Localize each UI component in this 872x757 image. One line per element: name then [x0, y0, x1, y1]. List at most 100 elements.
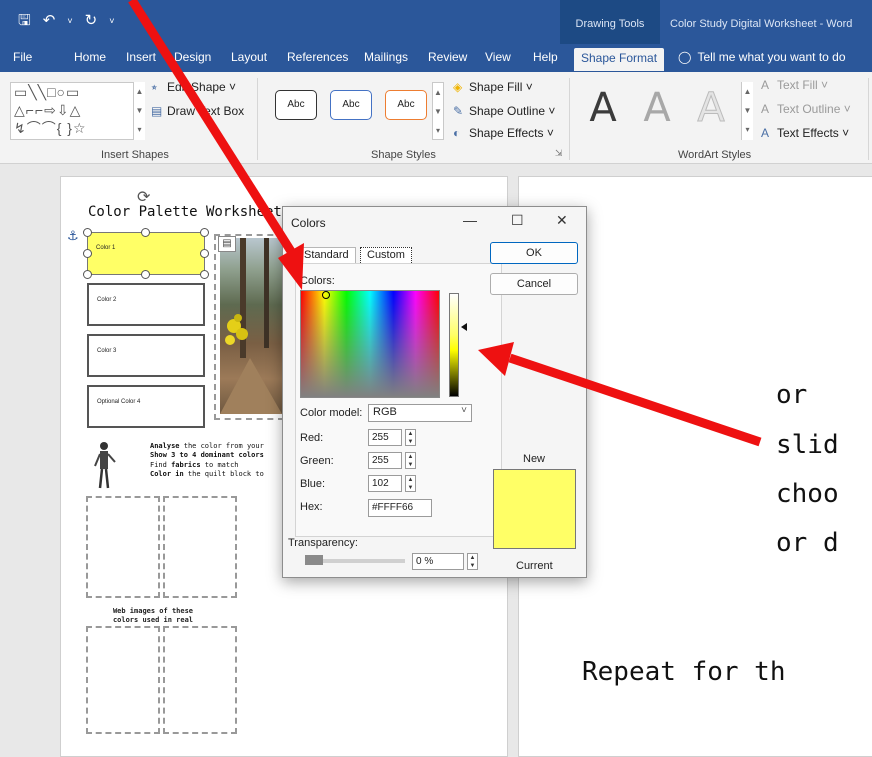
undo-icon[interactable]: ↶ — [43, 12, 56, 30]
ribbon-tab-bar: File Home Insert Design Layout Reference… — [0, 44, 872, 72]
maximize-icon[interactable]: ☐ — [511, 212, 524, 229]
shape-style-1[interactable]: Abc — [275, 90, 317, 120]
resize-handle[interactable] — [141, 228, 150, 237]
close-icon[interactable]: ✕ — [556, 212, 568, 229]
reference-photo[interactable] — [220, 238, 282, 414]
tab-file[interactable]: File — [13, 50, 32, 64]
fabric-box-1[interactable] — [86, 496, 160, 598]
transparency-input[interactable]: 0 % — [412, 553, 464, 570]
lightbulb-icon: ◯ — [678, 50, 692, 64]
ok-button[interactable]: OK — [490, 242, 578, 264]
redo-icon[interactable]: ↻ — [85, 12, 98, 30]
current-label: Current — [516, 560, 553, 572]
tab-references[interactable]: References — [287, 50, 348, 64]
wordart-style-2[interactable]: A — [632, 84, 682, 132]
blue-spinner[interactable]: ▲ ▼ — [405, 475, 416, 492]
shape-effects-button[interactable]: ◐ Shape Effects ˅ — [453, 126, 554, 140]
slider-arrow-icon[interactable] — [461, 323, 467, 331]
pen-icon: ✎ — [453, 104, 464, 118]
text-fill-button[interactable]: A Text Fill ˅ — [761, 78, 828, 92]
tab-shape-format[interactable]: Shape Format — [574, 48, 665, 71]
color-box-2[interactable]: Color 2 — [87, 283, 205, 326]
quick-access-toolbar: 🖫 ↶ ˅ ↻ ˅ — [18, 12, 114, 30]
color-box-1[interactable]: Color 1 — [87, 232, 205, 275]
shapes-gallery[interactable]: ▭╲╲□○▭ △⌐⌐⇨⇩△ ↯⌒⌒{ }☆ — [10, 82, 144, 140]
red-input[interactable]: 255 — [368, 429, 402, 446]
tab-home[interactable]: Home — [74, 50, 106, 64]
hex-input[interactable]: #FFFF66 — [368, 499, 432, 517]
resize-handle[interactable] — [200, 270, 209, 279]
tab-design[interactable]: Design — [174, 50, 211, 64]
web-image-box-2[interactable] — [163, 626, 237, 734]
dialog-launcher-icon[interactable]: ⇲ — [555, 148, 563, 159]
red-spinner[interactable]: ▲ ▼ — [405, 429, 416, 446]
shapes-gallery-scroll[interactable]: ▲ ▼ ▾ — [133, 82, 145, 140]
group-label-insert-shapes: Insert Shapes — [101, 149, 169, 161]
text-box-icon: ▤ — [151, 104, 163, 118]
worksheet-title: Color Palette Worksheet — [88, 204, 282, 220]
web-image-box-1[interactable] — [86, 626, 160, 734]
save-icon[interactable]: 🖫 — [18, 12, 31, 30]
resize-handle[interactable] — [83, 249, 92, 258]
color-box-3[interactable]: Color 3 — [87, 334, 205, 377]
chevron-down-icon[interactable]: ˅ — [67, 12, 72, 30]
shape-outline-button[interactable]: ✎ Shape Outline ˅ — [453, 104, 555, 118]
tab-mailings[interactable]: Mailings — [364, 50, 408, 64]
resize-handle[interactable] — [200, 249, 209, 258]
wordart-style-3[interactable]: A — [686, 84, 736, 132]
draw-text-box-button[interactable]: ▤ Draw Text Box — [151, 104, 244, 118]
hex-label: Hex: — [300, 501, 323, 513]
customize-qat-icon[interactable]: ˅ — [109, 12, 114, 30]
edit-shape-icon: ⭒ — [151, 80, 158, 94]
green-spinner[interactable]: ▲ ▼ — [405, 452, 416, 469]
tab-help[interactable]: Help — [533, 50, 558, 64]
color-spectrum[interactable] — [300, 290, 440, 398]
colors-label: Colors: — [300, 275, 335, 287]
wordart-style-1[interactable]: A — [578, 84, 628, 132]
text-outline-button[interactable]: A Text Outline ˅ — [761, 102, 851, 116]
tab-insert[interactable]: Insert — [126, 50, 156, 64]
shape-style-2[interactable]: Abc — [330, 90, 372, 120]
title-bar: 🖫 ↶ ˅ ↻ ˅ Drawing Tools Color Study Digi… — [0, 0, 872, 44]
dialog-title: Colors — [291, 216, 326, 230]
tab-view[interactable]: View — [485, 50, 511, 64]
group-separator — [569, 78, 570, 160]
new-color-swatch — [493, 469, 576, 549]
paint-bucket-icon: ◈ — [453, 80, 463, 94]
new-label: New — [523, 453, 546, 465]
cancel-button[interactable]: Cancel — [490, 273, 578, 295]
group-separator — [868, 78, 869, 160]
photo-illustration — [220, 238, 282, 414]
group-label-shape-styles: Shape Styles — [371, 149, 436, 161]
resize-handle[interactable] — [141, 270, 150, 279]
resize-handle[interactable] — [83, 228, 92, 237]
shape-style-3[interactable]: Abc — [385, 90, 427, 120]
text-effects-button[interactable]: A Text Effects ˅ — [761, 126, 849, 140]
transparency-thumb[interactable] — [305, 555, 323, 565]
shape-fill-button[interactable]: ◈ Shape Fill ˅ — [453, 80, 533, 94]
right-text-line-2: slid — [776, 430, 839, 460]
transparency-spinner[interactable]: ▲ ▼ — [467, 553, 478, 570]
resize-handle[interactable] — [83, 270, 92, 279]
color-box-4[interactable]: Optional Color 4 — [87, 385, 205, 428]
blue-input[interactable]: 102 — [368, 475, 402, 492]
wordart-styles-scroll[interactable]: ▲ ▼ ▾ — [741, 82, 753, 140]
layout-options-icon[interactable]: ▤ — [218, 236, 236, 252]
crosshair-icon[interactable] — [322, 291, 330, 299]
anchor-icon: ⚓ — [67, 228, 79, 243]
group-separator — [257, 78, 258, 160]
luminance-slider[interactable] — [449, 293, 459, 397]
color-model-select[interactable]: RGB ˅ — [368, 404, 472, 422]
edit-shape-button[interactable]: ⭒ Edit Shape ˅ — [151, 80, 236, 95]
text-fill-icon: A — [761, 78, 770, 92]
fabric-box-2[interactable] — [163, 496, 237, 598]
instructions-text: Analyse the color from your Show 3 to 4 … — [150, 442, 264, 478]
green-input[interactable]: 255 — [368, 452, 402, 469]
tell-me-search[interactable]: ◯ Tell me what you want to do — [678, 50, 846, 64]
shape-styles-scroll[interactable]: ▲ ▼ ▾ — [432, 82, 444, 140]
tab-review[interactable]: Review — [428, 50, 467, 64]
tab-layout[interactable]: Layout — [231, 50, 267, 64]
shape-effects-icon: ◐ — [453, 126, 461, 140]
rotate-handle-icon[interactable]: ⟳ — [137, 187, 150, 207]
resize-handle[interactable] — [200, 228, 209, 237]
